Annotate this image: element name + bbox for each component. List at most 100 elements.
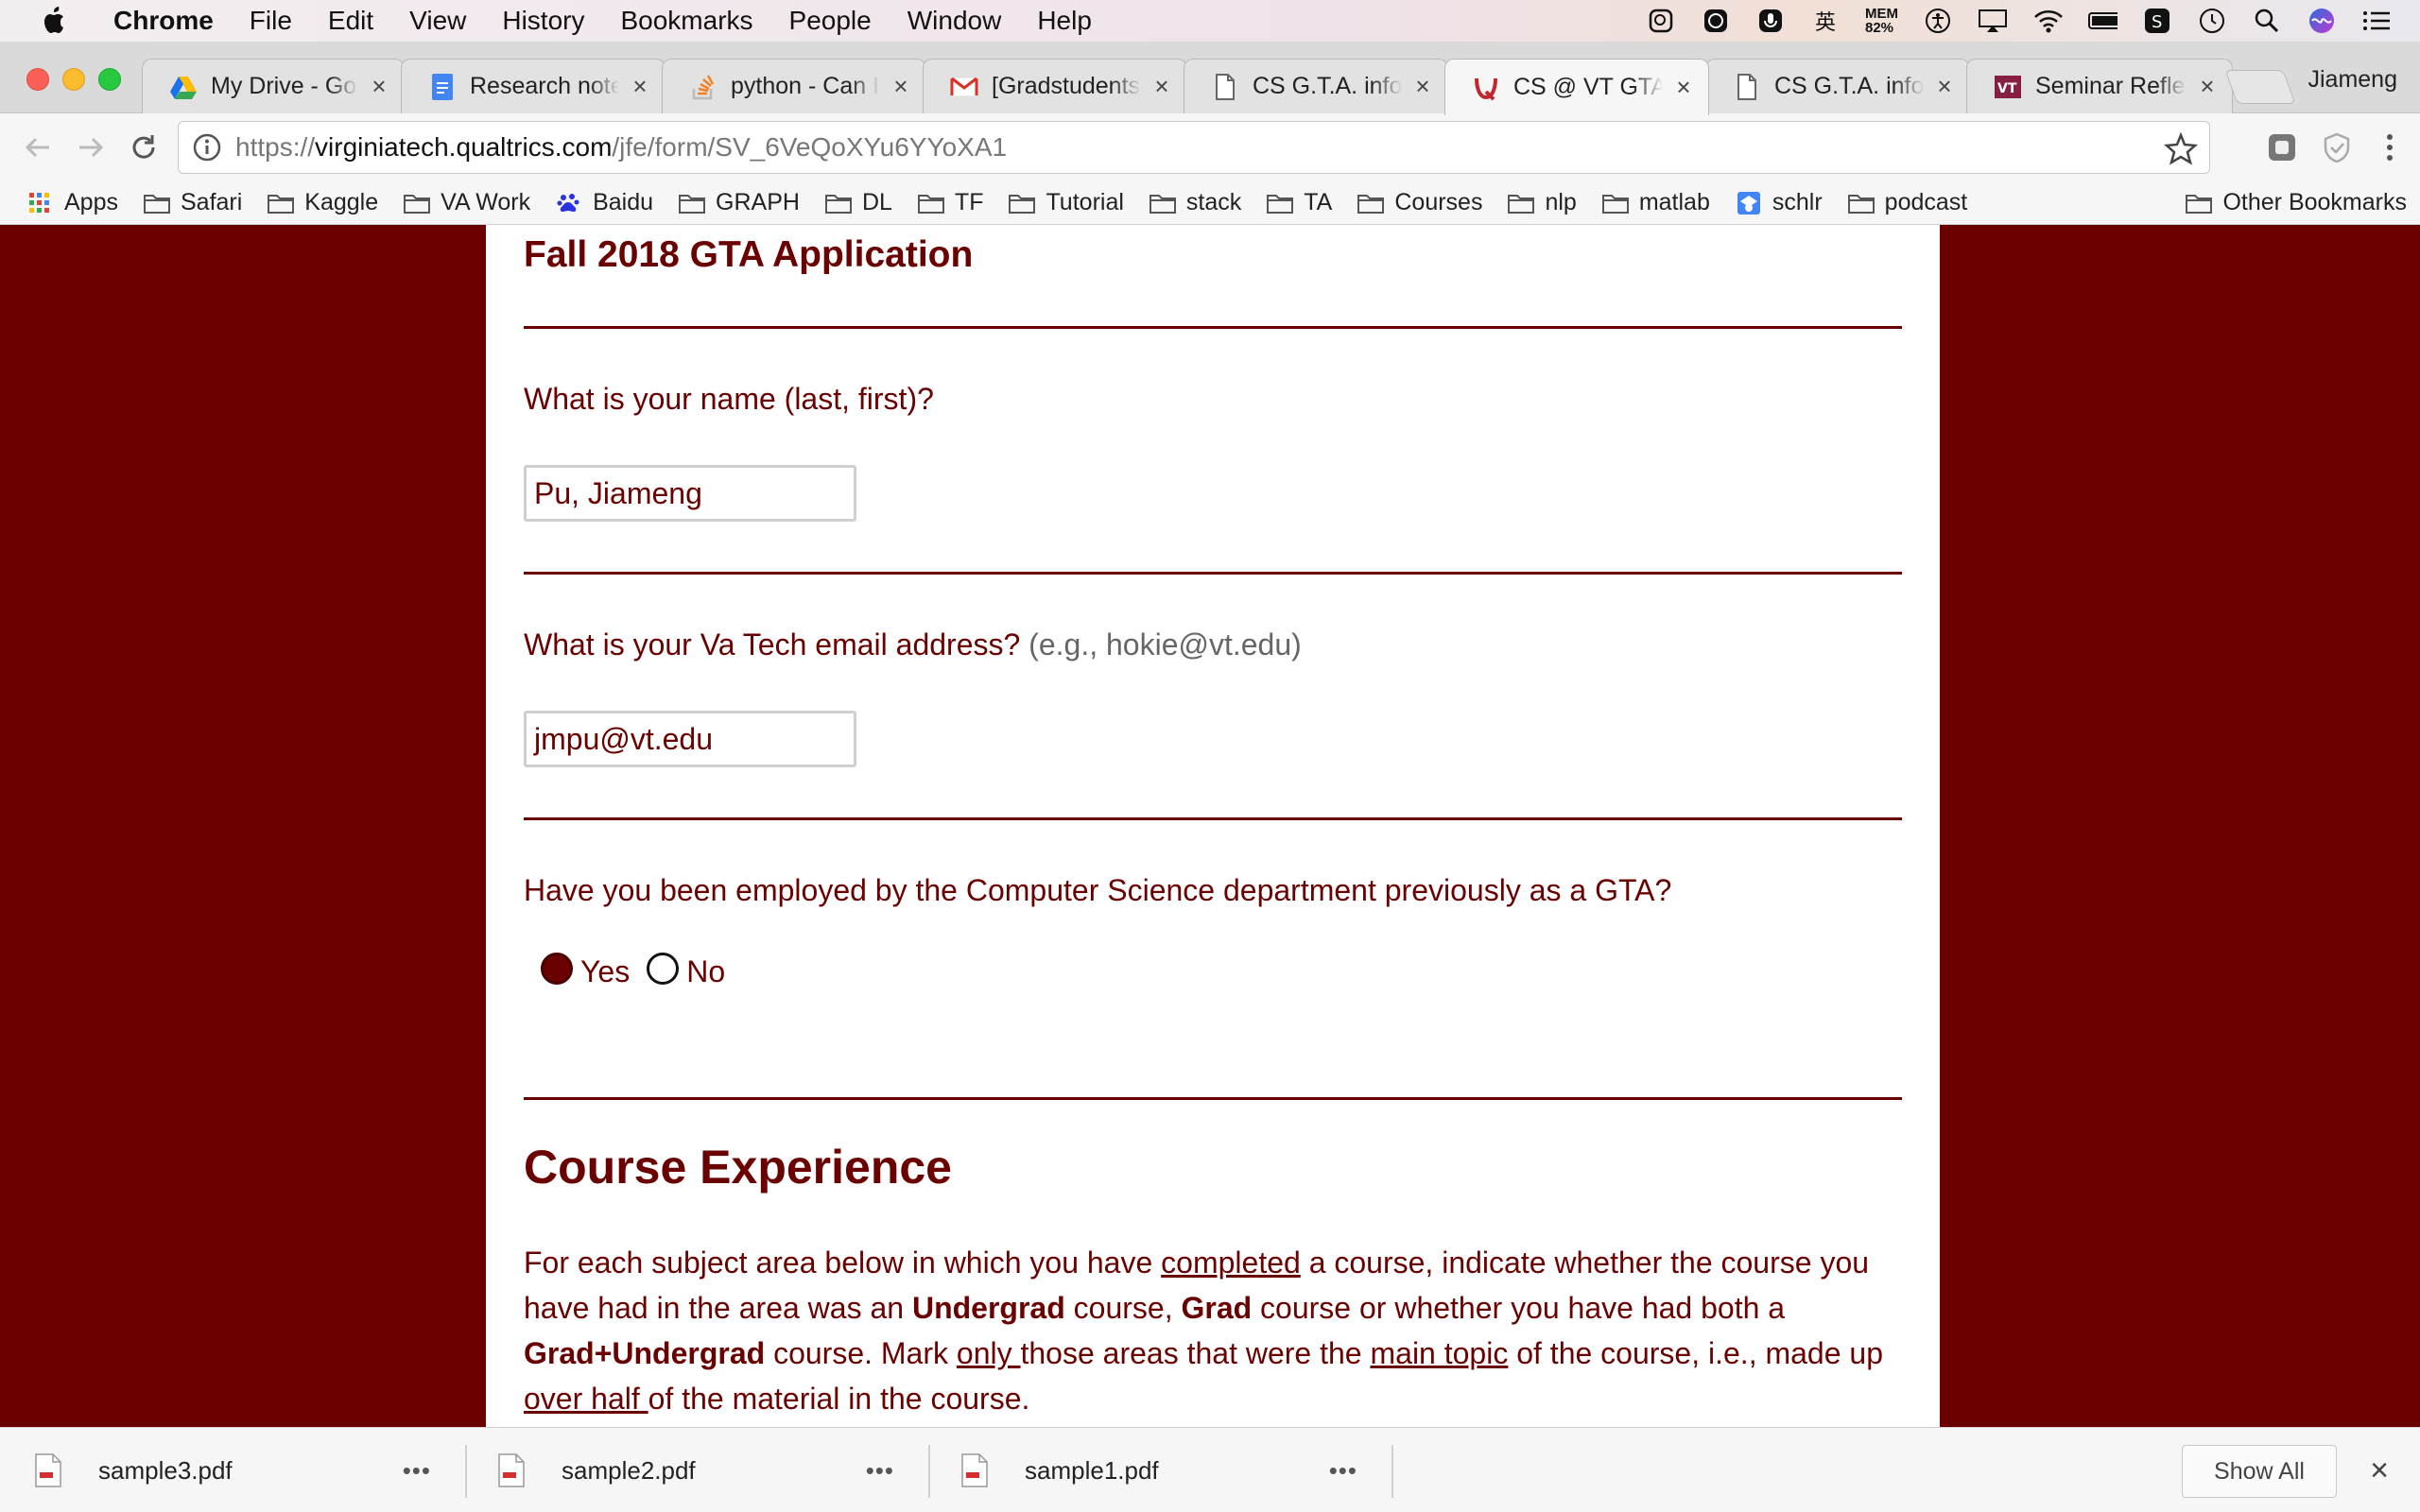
menu-file[interactable]: File (250, 6, 292, 36)
tab-seminar-reflection[interactable]: VT Seminar Reflection × (1966, 59, 2233, 113)
minimize-window-button[interactable] (62, 68, 85, 91)
question-name: What is your name (last, first)? (524, 382, 934, 416)
close-tab-icon[interactable]: × (629, 72, 651, 100)
question-email-hint: (e.g., hokie@vt.edu) (1028, 627, 1302, 662)
download-item[interactable]: sample2.pdf ••• (463, 1428, 926, 1512)
close-tab-icon[interactable]: × (2196, 72, 2219, 100)
bookmark-label: Tutorial (1046, 189, 1124, 215)
menu-app-chrome[interactable]: Chrome (113, 6, 214, 36)
download-menu-button[interactable]: ••• (1329, 1456, 1357, 1486)
instr-text: course, (1064, 1291, 1182, 1325)
bookmark-baidu[interactable]: Baidu (555, 189, 653, 216)
tab-gta-information[interactable]: CS G.T.A. information × (1184, 59, 1448, 113)
tab-my-drive[interactable]: My Drive - Google Drive × (142, 59, 405, 113)
bookmark-star-icon[interactable] (2163, 131, 2199, 165)
extension-icon[interactable] (2263, 129, 2301, 166)
radio-no-label[interactable]: No (686, 954, 725, 989)
bookmark-folder-stack[interactable]: stack (1149, 189, 1241, 216)
bookmark-folder-courses[interactable]: Courses (1357, 189, 1482, 216)
close-tab-icon[interactable]: × (1411, 72, 1434, 100)
menu-window[interactable]: Window (908, 6, 1002, 36)
close-tab-icon[interactable]: × (368, 72, 390, 100)
forward-arrow-icon[interactable] (72, 129, 110, 166)
new-tab-button[interactable] (2224, 70, 2296, 104)
download-item[interactable]: sample3.pdf ••• (0, 1428, 463, 1512)
wifi-icon[interactable] (2032, 6, 2063, 36)
bookmark-apps[interactable]: Apps (26, 189, 118, 216)
reload-icon[interactable] (125, 129, 163, 166)
download-item[interactable]: sample1.pdf ••• (926, 1428, 1390, 1512)
shield-extension-icon[interactable] (2318, 129, 2356, 166)
bookmark-folder-graph[interactable]: GRAPH (678, 189, 800, 216)
close-tab-icon[interactable]: × (1933, 72, 1956, 100)
bookmark-folder-tf[interactable]: TF (917, 189, 983, 216)
site-info-icon[interactable] (192, 132, 222, 163)
scrivener-icon[interactable]: S (2142, 6, 2172, 36)
bookmark-folder-dl[interactable]: DL (824, 189, 892, 216)
tab-python-stackoverflow[interactable]: python - Can I × (662, 59, 926, 113)
menu-view[interactable]: View (409, 6, 466, 36)
bookmark-folder-other[interactable]: Other Bookmarks (2185, 189, 2407, 216)
input-method-icon[interactable]: 英 (1810, 6, 1841, 36)
radio-yes-label[interactable]: Yes (580, 954, 630, 989)
bookmark-schlr[interactable]: schlr (1735, 189, 1823, 216)
menu-bookmarks[interactable]: Bookmarks (620, 6, 752, 36)
bookmark-folder-va-work[interactable]: VA Work (403, 189, 530, 216)
menu-people[interactable]: People (789, 6, 872, 36)
tab-vt-gta-application[interactable]: CS @ VT GTA Application × (1444, 59, 1709, 115)
bookmark-folder-ta[interactable]: TA (1266, 189, 1332, 216)
chrome-menu-icon[interactable] (2371, 129, 2409, 166)
siri-icon[interactable] (2307, 6, 2337, 36)
menu-help[interactable]: Help (1037, 6, 1092, 36)
menu-history[interactable]: History (502, 6, 584, 36)
bookmark-folder-safari[interactable]: Safari (143, 189, 242, 216)
bookmark-label: Baidu (593, 189, 654, 215)
tab-gradstudents-gmail[interactable]: [Gradstudents] × (923, 59, 1187, 113)
download-menu-button[interactable]: ••• (866, 1456, 894, 1486)
radio-yes[interactable] (541, 952, 573, 985)
bookmark-folder-matlab[interactable]: matlab (1601, 189, 1710, 216)
close-tab-icon[interactable]: × (1150, 72, 1173, 100)
instr-bold: Grad (1181, 1291, 1253, 1325)
tab-strip: My Drive - Google Drive × Research notes… (0, 42, 2420, 115)
name-input[interactable]: Pu, Jiameng (524, 465, 856, 522)
close-window-button[interactable] (26, 68, 49, 91)
close-tab-icon[interactable]: × (890, 72, 912, 100)
folder-icon (268, 194, 295, 214)
microphone-icon[interactable] (1755, 6, 1786, 36)
memory-indicator[interactable]: MEM 82% (1865, 7, 1898, 35)
show-all-button[interactable]: Show All (2182, 1445, 2337, 1498)
accessibility-icon[interactable] (1923, 6, 1953, 36)
url-path: /jfe/form/SV_6VeQoXYu6YYoXA1 (612, 132, 1008, 162)
download-menu-button[interactable]: ••• (403, 1456, 431, 1486)
folder-icon (1847, 194, 1875, 214)
battery-icon[interactable] (2087, 6, 2118, 36)
tab-gta-information-2[interactable]: CS G.T.A. information × (1705, 59, 1970, 113)
radio-no[interactable] (647, 952, 680, 985)
document-icon (1733, 73, 1761, 101)
apple-menu-icon[interactable] (38, 4, 72, 38)
notification-center-icon[interactable] (2361, 6, 2392, 36)
airplay-icon[interactable] (1978, 6, 2008, 36)
clock-icon[interactable] (2197, 6, 2227, 36)
bookmark-folder-nlp[interactable]: nlp (1507, 189, 1577, 216)
profile-button[interactable]: Jiameng (2308, 66, 2398, 94)
bookmark-folder-tutorial[interactable]: Tutorial (1008, 189, 1124, 216)
menu-edit[interactable]: Edit (328, 6, 373, 36)
spotlight-search-icon[interactable] (2252, 6, 2282, 36)
close-shelf-icon[interactable]: × (2365, 1454, 2394, 1486)
tab-research-notes[interactable]: Research notes × (401, 59, 666, 113)
smiley-app-icon[interactable] (1701, 6, 1731, 36)
close-tab-icon[interactable]: × (1672, 73, 1695, 101)
download-filename: sample3.pdf (98, 1455, 233, 1485)
bookmark-label: VA Work (441, 189, 531, 215)
instr-underline: over half (524, 1382, 648, 1416)
search-app-icon[interactable] (1646, 6, 1676, 36)
email-input[interactable]: jmpu@vt.edu (524, 711, 856, 767)
address-bar[interactable]: https://virginiatech.qualtrics.com/jfe/f… (178, 121, 2210, 174)
bookmark-folder-kaggle[interactable]: Kaggle (267, 189, 378, 216)
question-email: What is your Va Tech email address? (e.g… (524, 627, 1302, 662)
back-arrow-icon[interactable] (19, 129, 57, 166)
fullscreen-window-button[interactable] (98, 68, 121, 91)
bookmark-folder-podcast[interactable]: podcast (1847, 189, 1967, 216)
